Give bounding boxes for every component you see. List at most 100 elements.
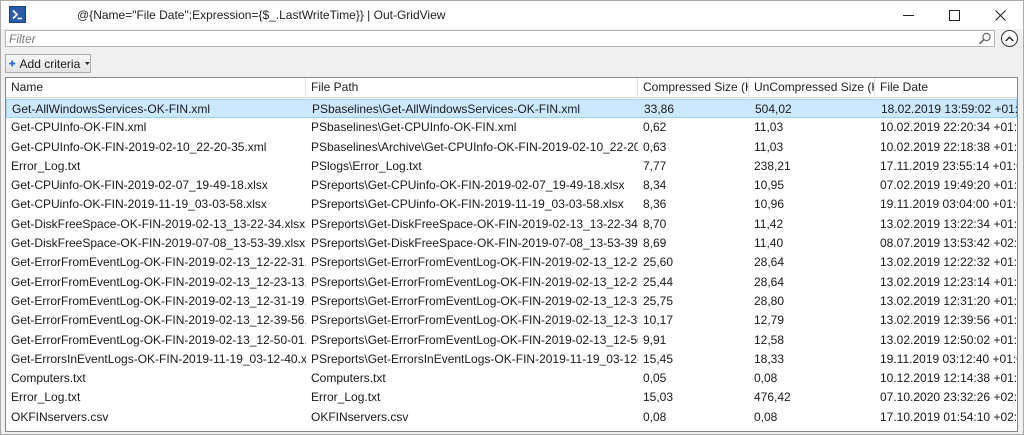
cell-compressed-size: 8,69: [643, 236, 667, 251]
cell-name: Error_Log.txt: [11, 158, 81, 173]
cell-compressed-size: 0,08: [643, 409, 667, 424]
cell-compressed-size: 10,17: [643, 313, 674, 328]
cell-compressed-size: 0,63: [643, 139, 667, 154]
table-row[interactable]: Get-ErrorFromEventLog-OK-FIN-2019-02-13_…: [6, 331, 1017, 350]
cell-file-date: 10.02.2019 22:18:38 +01:00: [880, 139, 1017, 154]
cell-uncompressed-size: 10,95: [754, 178, 785, 193]
cell-compressed-size: 15,45: [643, 351, 674, 366]
table-row[interactable]: OKFINservers.txtOKFINservers.txt0,020,13…: [6, 427, 1017, 431]
cell-file-path: PSbaselines\Get-AllWindowsServices-OK-FI…: [312, 102, 581, 116]
table-row[interactable]: Get-AllWindowsServices-OK-FIN.xml PSbasel…: [6, 99, 1017, 119]
cell-name: Get-DiskFreeSpace-OK-FIN-2019-02-13_13-2…: [11, 216, 306, 231]
cell-file-path: OKFINservers.txt: [306, 427, 638, 431]
dropdown-arrow-icon: [85, 62, 90, 65]
cell-compressed-size: 8,36: [643, 197, 667, 212]
table-row[interactable]: Computers.txt Computers.txt 0,05 0,08 10.12.…: [6, 369, 1017, 388]
cell-compressed-size: 33,86: [644, 102, 675, 116]
cell-file-path: PSlogs\Error_Log.txt: [311, 158, 422, 173]
table-row[interactable]: Get-ErrorFromEventLog-OK-FIN-2019-02-13_…: [6, 253, 1017, 272]
cell-file-date: 13.02.2019 12:22:32 +01:00: [880, 255, 1017, 270]
title-bar[interactable]: @{Name="File Date";Expression={$_.LastWr…: [1, 1, 1023, 29]
add-criteria-label: Add criteria: [19, 56, 81, 71]
table-row[interactable]: Error_Log.txt PSlogs\Error_Log.txt 7,77 238…: [6, 157, 1017, 176]
cell-file-path: PSreports\Get-ErrorsInEventLogs-OK-FIN-2…: [311, 351, 638, 366]
cell-uncompressed-size: 11,03: [754, 120, 784, 135]
column-header-name[interactable]: Name: [6, 78, 306, 98]
cell-name: Get-CPUInfo-OK-FIN-2019-02-10_22-20-35.x…: [11, 139, 267, 154]
cell-file-date: 08.07.2019 13:53:42 +02:00: [880, 236, 1017, 251]
grid-header: Name File Path Compressed Size (KB) UnCo…: [6, 78, 1017, 98]
chevron-up-icon: [1005, 35, 1014, 41]
cell-file-date: 10.02.2019 22:20:34 +01:00: [880, 120, 1017, 135]
cell-uncompressed-size: 0,08: [754, 371, 778, 386]
maximize-icon: [948, 9, 960, 21]
cell-compressed-size: 25,60: [643, 255, 674, 270]
column-header-file-path[interactable]: File Path: [306, 78, 638, 98]
cell-uncompressed-size: 238,21: [754, 158, 791, 173]
cell-file-path: PSreports\Get-ErrorFromEventLog-OK-FIN-2…: [311, 313, 638, 328]
column-header-compressed-size[interactable]: Compressed Size (KB): [638, 78, 749, 98]
cell-name: Get-ErrorFromEventLog-OK-FIN-2019-02-13_…: [11, 255, 306, 270]
cell-uncompressed-size: 28,64: [754, 274, 785, 289]
cell-uncompressed-size: 12,58: [754, 332, 785, 347]
table-row[interactable]: Get-CPUInfo-OK-FIN.xml PSbaselines\Get-CP…: [6, 118, 1017, 137]
cell-name: OKFINservers.csv: [11, 409, 109, 424]
close-button[interactable]: [977, 1, 1023, 29]
powershell-icon: [9, 6, 26, 23]
cell-name: Get-CPUInfo-OK-FIN.xml: [11, 120, 147, 135]
cell-compressed-size: 7,77: [643, 158, 667, 173]
cell-uncompressed-size: 0,13: [749, 427, 875, 431]
minimize-button[interactable]: [885, 1, 931, 29]
cell-file-date: 13.02.2019 13:22:34 +01:00: [880, 216, 1017, 231]
cell-file-date: 07.10.2020 23:32:26 +02:00: [880, 390, 1017, 405]
cell-name: Get-ErrorsInEventLogs-OK-FIN-2019-11-19_…: [11, 351, 306, 366]
cell-file-path: OKFINservers.csv: [311, 409, 409, 424]
table-row[interactable]: Get-ErrorFromEventLog-OK-FIN-2019-02-13_…: [6, 273, 1017, 292]
maximize-button[interactable]: [931, 1, 977, 29]
cell-compressed-size: 15,03: [643, 390, 674, 405]
column-header-file-date[interactable]: File Date: [875, 78, 1017, 98]
table-row[interactable]: OKFINservers.csv OKFINservers.csv 0,08 0,08…: [6, 408, 1017, 427]
cell-name: Error_Log.txt: [11, 390, 81, 405]
filter-box: [5, 30, 995, 47]
results-grid: Name File Path Compressed Size (KB) UnCo…: [5, 77, 1018, 432]
cell-compressed-size: 8,70: [643, 216, 667, 231]
cell-file-path: PSbaselines\Archive\Get-CPUInfo-OK-FIN-2…: [311, 139, 638, 154]
cell-uncompressed-size: 18,33: [754, 351, 785, 366]
add-criteria-button[interactable]: Add criteria: [5, 54, 91, 73]
cell-file-path: PSreports\Get-ErrorFromEventLog-OK-FIN-2…: [311, 255, 638, 270]
table-row[interactable]: Get-CPUinfo-OK-FIN-2019-02-07_19-49-18.x…: [6, 176, 1017, 195]
column-header-uncompressed-size[interactable]: UnCompressed Size (KB): [749, 78, 875, 98]
cell-uncompressed-size: 28,80: [754, 293, 785, 308]
filter-input[interactable]: [6, 31, 976, 46]
table-row[interactable]: Get-DiskFreeSpace-OK-FIN-2019-02-13_13-2…: [6, 215, 1017, 234]
cell-uncompressed-size: 11,42: [754, 216, 784, 231]
table-row[interactable]: Get-CPUinfo-OK-FIN-2019-11-19_03-03-58.x…: [6, 195, 1017, 214]
cell-file-date: 07.02.2019 19:49:20 +01:00: [880, 178, 1017, 193]
cell-file-date: 17.11.2019 23:55:14 +01:00: [880, 158, 1017, 173]
table-row[interactable]: Get-ErrorFromEventLog-OK-FIN-2019-02-13_…: [6, 311, 1017, 330]
table-row[interactable]: Get-DiskFreeSpace-OK-FIN-2019-07-08_13-5…: [6, 234, 1017, 253]
cell-file-path: PSreports\Get-ErrorFromEventLog-OK-FIN-2…: [311, 274, 638, 289]
cell-file-date: 19.11.2019 03:12:40 +01:00: [880, 351, 1017, 366]
table-row[interactable]: Get-ErrorsInEventLogs-OK-FIN-2019-11-19_…: [6, 350, 1017, 369]
cell-name: Get-ErrorFromEventLog-OK-FIN-2019-02-13_…: [11, 293, 306, 308]
cell-file-date: 13.02.2019 12:50:02 +01:00: [880, 332, 1017, 347]
table-row[interactable]: Error_Log.txt Error_Log.txt 15,03 476,42 07.…: [6, 388, 1017, 407]
window-title: @{Name="File Date";Expression={$_.LastWr…: [77, 8, 446, 22]
minimize-icon: [902, 14, 914, 16]
cell-name: Get-CPUinfo-OK-FIN-2019-11-19_03-03-58.x…: [11, 197, 267, 212]
cell-file-path: PSreports\Get-CPUinfo-OK-FIN-2019-11-19_…: [311, 197, 624, 212]
cell-name: Get-ErrorFromEventLog-OK-FIN-2019-02-13_…: [11, 274, 306, 289]
cell-compressed-size: 9,91: [643, 332, 667, 347]
collapse-filter-button[interactable]: [1001, 30, 1018, 47]
cell-name: Computers.txt: [11, 371, 86, 386]
cell-file-path: PSreports\Get-CPUinfo-OK-FIN-2019-02-07_…: [311, 178, 625, 193]
search-icon[interactable]: [978, 32, 992, 45]
cell-file-date: 13.02.2019 12:39:56 +01:00: [880, 313, 1017, 328]
cell-uncompressed-size: 11,03: [754, 139, 784, 154]
table-row[interactable]: Get-ErrorFromEventLog-OK-FIN-2019-02-13_…: [6, 292, 1017, 311]
cell-compressed-size: 25,44: [643, 274, 674, 289]
table-row[interactable]: Get-CPUInfo-OK-FIN-2019-02-10_22-20-35.x…: [6, 138, 1017, 157]
cell-file-date: 19.11.2019 03:04:00 +01:00: [880, 197, 1017, 212]
